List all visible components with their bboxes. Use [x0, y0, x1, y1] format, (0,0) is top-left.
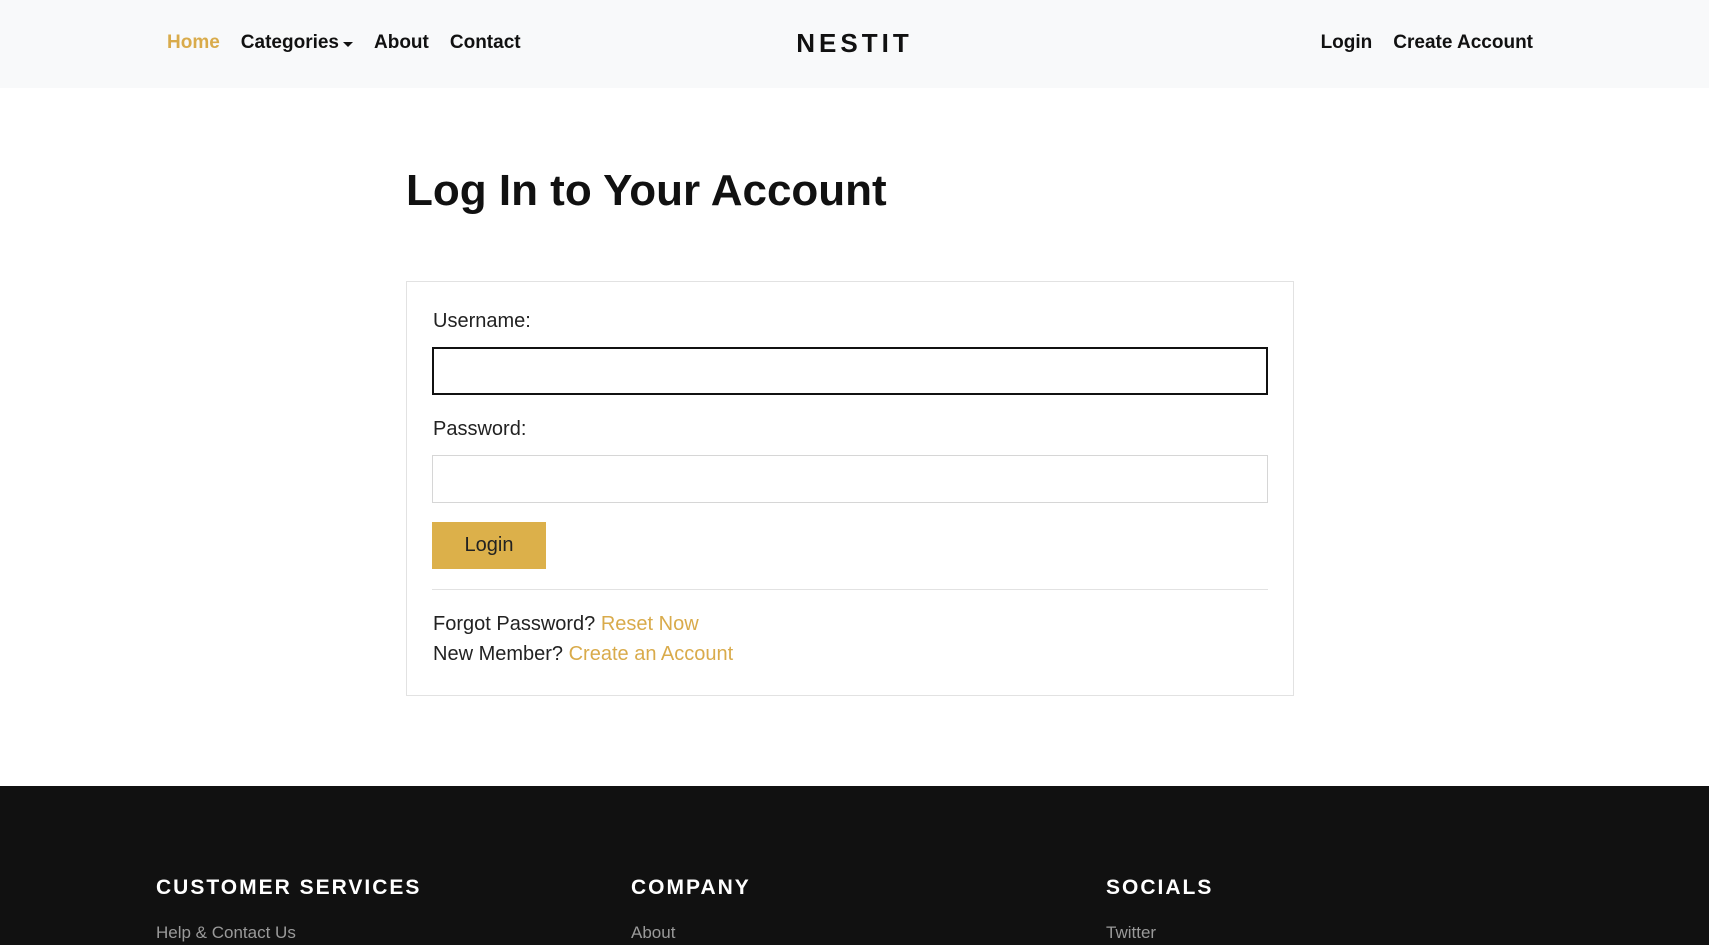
password-label: Password: [433, 418, 527, 440]
forgot-password-text: Forgot Password? [433, 613, 596, 635]
account-nav: Login Create Account [1321, 32, 1533, 54]
nav-create-account-link[interactable]: Create Account [1393, 32, 1533, 54]
nav-contact-link[interactable]: Contact [450, 32, 521, 54]
create-account-link[interactable]: Create an Account [569, 643, 734, 665]
footer-heading: COMPANY [631, 876, 751, 899]
footer-about-link[interactable]: About [631, 923, 751, 943]
password-input[interactable] [432, 455, 1268, 503]
new-member-text: New Member? [433, 643, 564, 665]
footer-help-contact-link[interactable]: Help & Contact Us [156, 923, 421, 943]
login-form: Username: Password: Login Forgot Passwor… [406, 281, 1294, 696]
footer-column-socials: SOCIALS Twitter [1106, 876, 1213, 943]
new-member-line: New Member? Create an Account [433, 643, 733, 666]
footer-heading: CUSTOMER SERVICES [156, 876, 422, 899]
forgot-password-line: Forgot Password? Reset Now [433, 613, 699, 636]
footer-column-customer-services: CUSTOMER SERVICES Help & Contact Us [156, 876, 421, 943]
login-submit-button[interactable]: Login [432, 522, 546, 569]
footer-twitter-link[interactable]: Twitter [1106, 923, 1213, 943]
form-divider [432, 589, 1268, 590]
reset-password-link[interactable]: Reset Now [601, 613, 699, 635]
caret-down-icon [343, 41, 353, 47]
top-navbar: Home Categories About Contact NESTIT Log… [0, 0, 1709, 88]
brand-logo-text[interactable]: NESTIT [796, 28, 912, 58]
page-title: Log In to Your Account [406, 166, 887, 215]
footer-heading: SOCIALS [1106, 876, 1214, 899]
footer-column-company: COMPANY About [631, 876, 751, 943]
nav-login-link[interactable]: Login [1321, 32, 1373, 54]
nav-about-link[interactable]: About [374, 32, 429, 54]
username-label: Username: [433, 310, 531, 332]
username-input[interactable] [432, 347, 1268, 395]
nav-home-link[interactable]: Home [167, 32, 220, 54]
nav-categories-dropdown[interactable]: Categories [241, 32, 353, 54]
nav-categories-label: Categories [240, 32, 339, 53]
site-footer: CUSTOMER SERVICES Help & Contact Us COMP… [0, 786, 1709, 945]
primary-nav: Home Categories About Contact [167, 32, 521, 54]
